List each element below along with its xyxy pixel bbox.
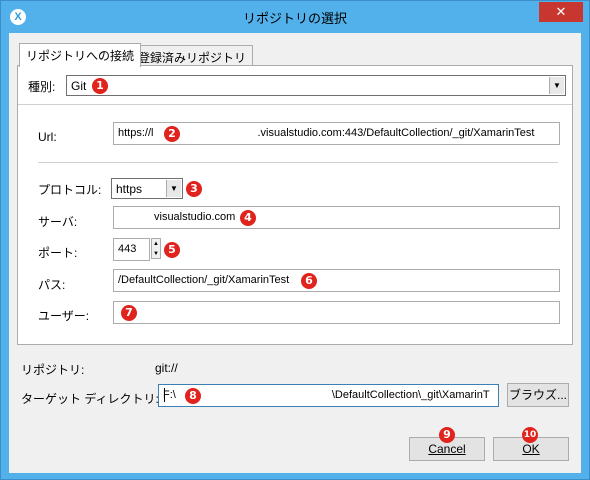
- divider: [38, 162, 558, 163]
- port-field[interactable]: 443: [113, 238, 150, 261]
- protocol-select[interactable]: https ▼: [111, 178, 183, 199]
- target-directory-label: ターゲット ディレクトリ:: [21, 392, 159, 406]
- port-spinner[interactable]: ▲ ▼: [151, 238, 161, 259]
- badge-7: 7: [121, 305, 137, 321]
- badge-10: 10: [522, 427, 538, 443]
- url-label: Url:: [38, 130, 57, 144]
- user-field[interactable]: [113, 301, 560, 324]
- server-label: サーバ:: [38, 215, 78, 229]
- chevron-down-icon[interactable]: ▼: [166, 180, 181, 197]
- port-label: ポート:: [38, 246, 78, 260]
- protocol-label: プロトコル:: [38, 183, 102, 197]
- badge-5: 5: [164, 242, 180, 258]
- path-label: パス:: [38, 278, 66, 292]
- kind-label: 種別:: [28, 80, 56, 94]
- tab-registered-repositories[interactable]: 登録済みリポジトリ: [131, 45, 254, 67]
- tab-panel: 種別: Git ▼ 1 Url: https://l .visualstudio.…: [17, 65, 573, 345]
- badge-4: 4: [240, 210, 256, 226]
- dialog-window: X リポジトリの選択 ✕ リポジトリへの接続 登録済みリポジトリ 種別: Git…: [0, 0, 590, 480]
- badge-6: 6: [301, 273, 317, 289]
- user-label: ユーザー:: [38, 309, 90, 323]
- chevron-down-icon[interactable]: ▼: [549, 77, 564, 94]
- title-bar[interactable]: X リポジトリの選択 ✕: [1, 1, 589, 33]
- target-directory-field[interactable]: F:\ \DefaultCollection\_git\XamarinT: [158, 384, 499, 407]
- cancel-label: Cancel: [428, 442, 466, 456]
- badge-8: 8: [185, 388, 201, 404]
- target-directory-suffix: \DefaultCollection\_git\XamarinT: [331, 389, 490, 401]
- url-field[interactable]: https://l .visualstudio.com:443/DefaultCo…: [113, 122, 560, 145]
- protocol-value: https: [116, 182, 143, 196]
- path-value: /DefaultCollection/_git/XamarinTest: [118, 274, 290, 286]
- ok-label: OK: [522, 442, 540, 456]
- window-title: リポジトリの選択: [242, 11, 347, 26]
- path-field[interactable]: /DefaultCollection/_git/XamarinTest: [113, 269, 560, 292]
- port-value: 443: [118, 243, 137, 255]
- badge-2: 2: [164, 126, 180, 142]
- dialog-client-area: リポジトリへの接続 登録済みリポジトリ 種別: Git ▼ 1 Url: htt…: [9, 33, 581, 473]
- url-suffix: .visualstudio.com:443/DefaultCollection/…: [257, 127, 535, 139]
- repository-value: git://: [155, 361, 178, 375]
- badge-3: 3: [186, 181, 202, 197]
- repository-label: リポジトリ:: [21, 363, 85, 377]
- tab-connect-repository[interactable]: リポジトリへの接続: [19, 43, 142, 67]
- divider: [18, 104, 572, 105]
- kind-select[interactable]: Git ▼: [66, 75, 566, 96]
- server-value: visualstudio.com: [154, 211, 236, 223]
- url-prefix: https://l: [118, 127, 154, 139]
- text-caret: [164, 388, 165, 402]
- badge-1: 1: [92, 78, 108, 94]
- close-button[interactable]: ✕: [539, 2, 583, 22]
- badge-9: 9: [439, 427, 455, 443]
- server-field[interactable]: visualstudio.com: [113, 206, 560, 229]
- browse-button[interactable]: ブラウズ...: [507, 383, 569, 407]
- kind-value: Git: [71, 79, 87, 93]
